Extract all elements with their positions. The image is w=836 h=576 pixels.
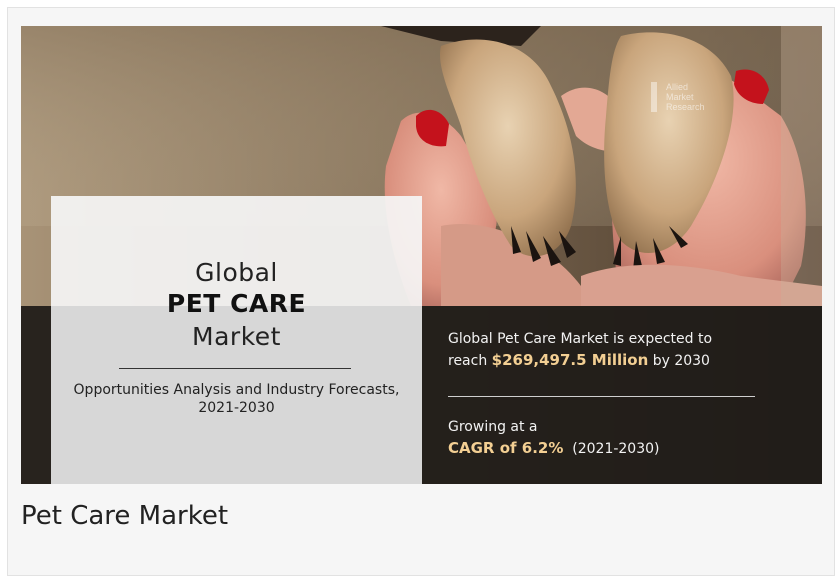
title-pet-care: PET CARE xyxy=(166,289,307,318)
title-market: Market xyxy=(192,322,281,351)
cagr-value: CAGR of 6.2% xyxy=(448,439,564,457)
stat2-prefix: Growing at a xyxy=(448,419,538,435)
title-global: Global xyxy=(195,258,278,287)
stat1-reach: reach xyxy=(448,353,492,369)
title-panel: Global PET CARE Market Opportunities Ana… xyxy=(51,196,422,484)
market-banner-image[interactable]: Allied Market Research Global PET CARE M… xyxy=(21,26,822,484)
image-caption: Pet Care Market xyxy=(21,501,229,531)
subtitle-line-1: Opportunities Analysis and Industry Fore… xyxy=(73,382,400,398)
watermark-line: Research xyxy=(651,102,721,112)
title-subtitle: Opportunities Analysis and Industry Fore… xyxy=(51,381,422,417)
stat1-suffix: by 2030 xyxy=(648,353,710,369)
title-divider xyxy=(119,368,351,369)
stat2-suffix: (2021-2030) xyxy=(563,441,660,457)
allied-market-research-logo: Allied Market Research xyxy=(651,82,721,122)
watermark-line: Market xyxy=(651,92,721,102)
watermark-line: Allied xyxy=(651,82,721,92)
market-size-value: $269,497.5 Million xyxy=(491,351,649,369)
image-card: Allied Market Research Global PET CARE M… xyxy=(7,7,835,576)
cagr-stat: Growing at a CAGR of 6.2% (2021-2030) xyxy=(448,417,778,460)
stats-divider xyxy=(448,396,755,397)
market-size-stat: Global Pet Care Market is expected to re… xyxy=(448,329,778,372)
stat1-prefix: Global Pet Care Market is expected to xyxy=(448,331,713,347)
subtitle-line-2: 2021-2030 xyxy=(198,400,275,416)
